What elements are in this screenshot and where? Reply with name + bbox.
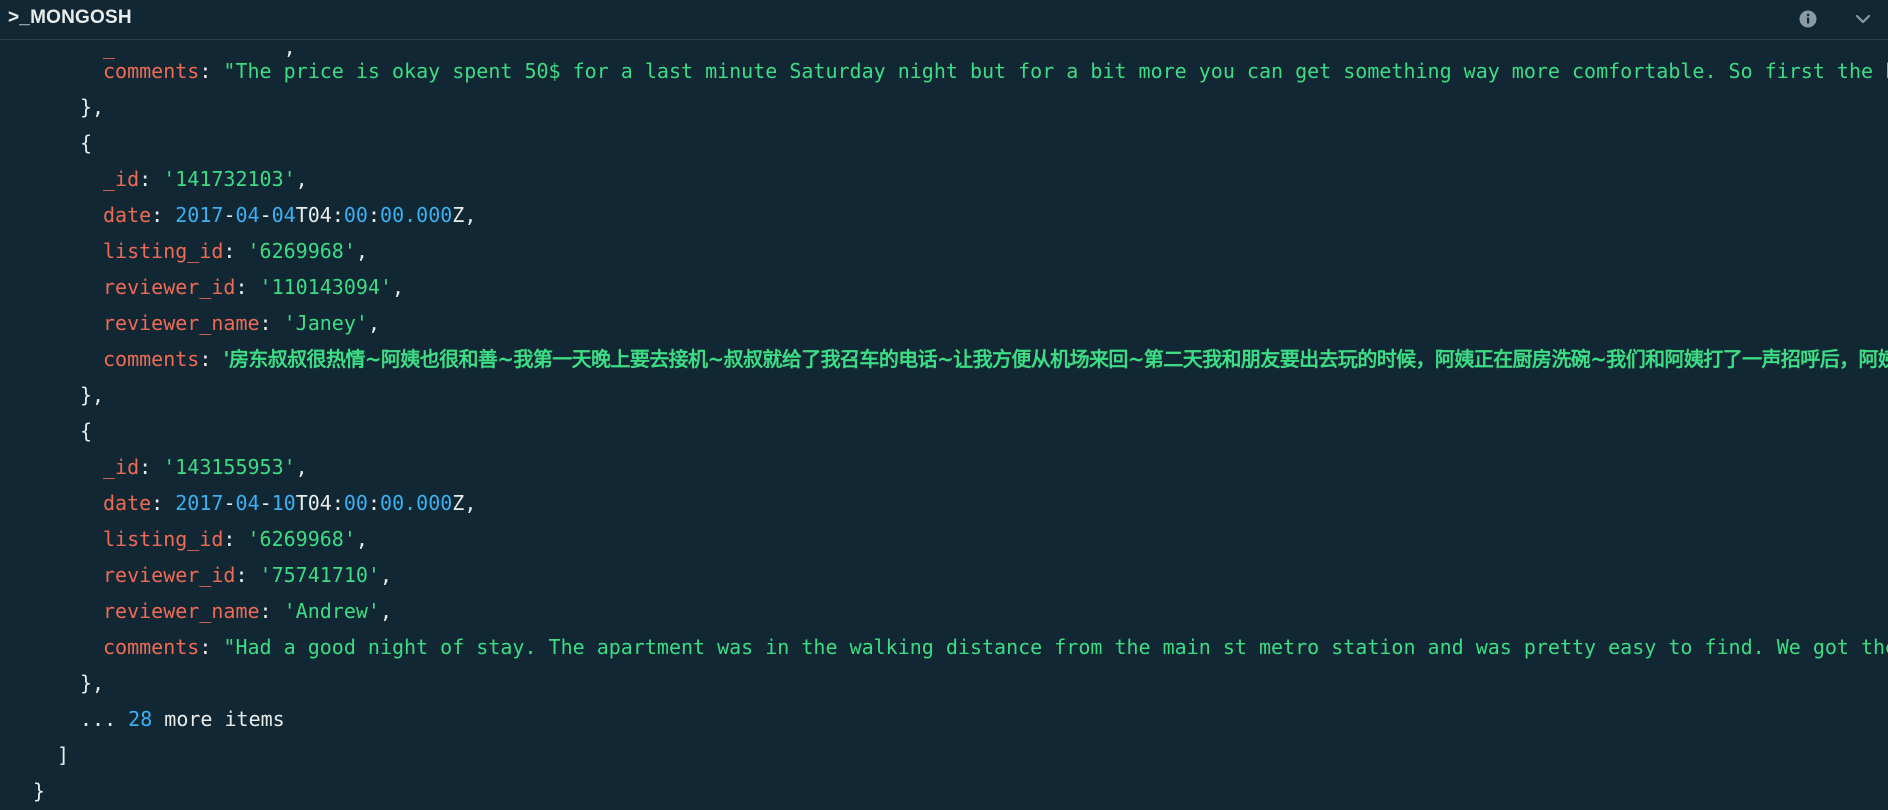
field-key: _id	[103, 167, 140, 191]
field-key: _id	[103, 455, 140, 479]
more-items-count: 28	[128, 707, 153, 731]
shell-title: >_MONGOSH	[8, 7, 132, 28]
field-value: '房东叔叔很热情~阿姨也很和善~我第一天晚上要去接机~叔叔就给了我召车的电话~让…	[223, 347, 1888, 371]
field-key: listing_id	[103, 239, 224, 263]
field-key: reviewer_id	[103, 563, 236, 587]
field-key: reviewer_name	[103, 599, 260, 623]
object-close: },	[80, 383, 105, 407]
truncated-line: _ ,	[103, 40, 296, 59]
field-value: '143155953'	[163, 455, 296, 479]
field-value: "Had a good night of stay. The apartment…	[223, 635, 1888, 659]
listing-id-line: listing_id: '6269968',	[103, 527, 368, 551]
field-value: '75741710'	[259, 563, 380, 587]
date-line: date: 2017-04-04T04:00:00.000Z,	[103, 203, 477, 227]
field-key: reviewer_id	[103, 275, 236, 299]
comments-line: comments: "The price is okay spent 50$ f…	[103, 58, 1888, 84]
field-key: comments	[103, 347, 200, 371]
field-value: '6269968'	[247, 527, 356, 551]
date-line: date: 2017-04-10T04:00:00.000Z,	[103, 491, 477, 515]
reviewer-name-line: reviewer_name: 'Andrew',	[103, 599, 393, 623]
field-value: '110143094'	[259, 275, 392, 299]
shell-output: _ , comments: "The price is okay spent 5…	[0, 40, 1888, 810]
comments-line: comments: "Had a good night of stay. The…	[103, 634, 1888, 660]
reviewer-id-line: reviewer_id: '110143094',	[103, 275, 405, 299]
mongosh-panel: >_MONGOSH _ , comments: "The price is ok…	[0, 0, 1888, 810]
comments-line: comments: '房东叔叔很热情~阿姨也很和善~我第一天晚上要去接机~叔叔就…	[103, 346, 1888, 372]
more-items-line: ... 28 more items	[80, 707, 285, 731]
field-value: '6269968'	[247, 239, 356, 263]
field-value: '141732103'	[163, 167, 296, 191]
id-line: _id: '141732103',	[103, 167, 308, 191]
object-close: },	[80, 95, 105, 119]
object-open: {	[80, 131, 93, 155]
object-close: },	[80, 671, 105, 695]
reviewer-id-line: reviewer_id: '75741710',	[103, 563, 393, 587]
id-line: _id: '143155953',	[103, 455, 308, 479]
field-key: date	[103, 203, 152, 227]
chevron-down-icon[interactable]	[1850, 6, 1876, 32]
field-key: listing_id	[103, 527, 224, 551]
object-open: {	[80, 419, 93, 443]
field-key: comments	[103, 59, 200, 83]
field-key: reviewer_name	[103, 311, 260, 335]
field-key: comments	[103, 635, 200, 659]
field-key: date	[103, 491, 152, 515]
listing-id-line: listing_id: '6269968',	[103, 239, 368, 263]
document-close: }	[33, 779, 46, 803]
info-icon[interactable]	[1795, 6, 1821, 32]
array-close: ]	[57, 743, 70, 767]
shell-header: >_MONGOSH	[0, 0, 1888, 40]
field-value: 'Andrew'	[283, 599, 380, 623]
field-value: 'Janey'	[283, 311, 368, 335]
reviewer-name-line: reviewer_name: 'Janey',	[103, 311, 380, 335]
field-value: "The price is okay spent 50$ for a last …	[223, 59, 1888, 83]
